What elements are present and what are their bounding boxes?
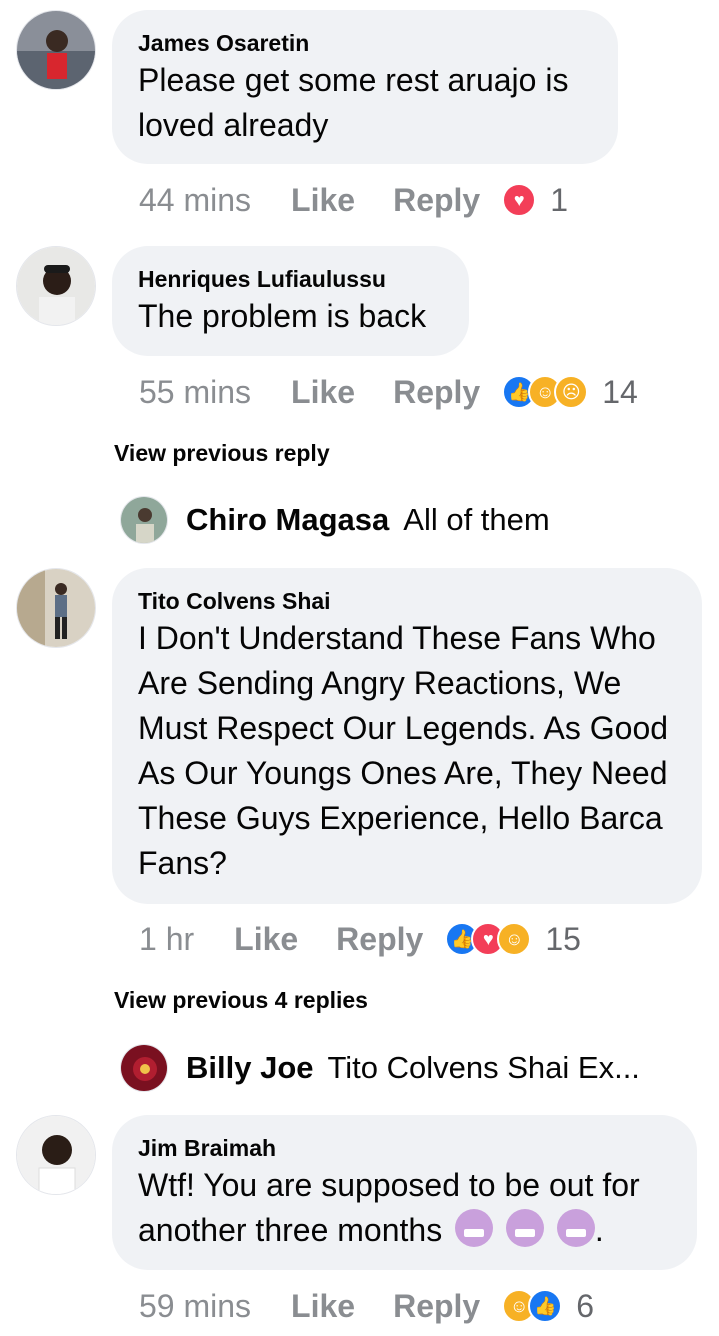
view-previous-replies[interactable]: View previous reply [114,440,330,467]
reply-chiro-magasa[interactable]: Chiro Magasa All of them [120,495,550,545]
comment-time[interactable]: 1 hr [139,921,194,958]
like-button[interactable]: Like [291,374,355,411]
comment-text: Wtf! You are supposed to be out for anot… [138,1163,671,1253]
weary-face-emoji-icon [505,1209,544,1247]
avatar[interactable] [16,568,96,648]
weary-face-emoji-icon [455,1209,494,1247]
weary-face-emoji-icon [556,1209,595,1247]
comment-bubble: Jim Braimah Wtf! You are supposed to be … [112,1115,697,1270]
comment-bubble: Tito Colvens Shai I Don't Understand The… [112,568,702,904]
comment-meta: 1 hr Like Reply 👍 ♥ ☺ 15 [139,917,581,961]
comment-bubble: Henriques Lufiaulussu The problem is bac… [112,246,469,356]
comment-meta: 44 mins Like Reply ♥ 1 [139,178,568,222]
reaction-summary[interactable]: 👍 ☺ ☹ [502,375,589,409]
reply-button[interactable]: Reply [393,1288,480,1325]
comment-text-suffix: . [594,1212,604,1248]
comment-author[interactable]: James Osaretin [138,28,592,58]
reaction-count[interactable]: 14 [602,374,638,411]
laughing-face-icon: ☺ [497,922,532,956]
reply-button[interactable]: Reply [336,921,423,958]
comment-meta: 55 mins Like Reply 👍 ☺ ☹ 14 [139,370,638,414]
heart-icon: ♥ [502,183,537,217]
thumbs-up-icon: 👍 [528,1289,563,1323]
reaction-summary[interactable]: ♥ [502,183,537,217]
reply-author[interactable]: Billy Joe [186,1050,314,1086]
sad-face-icon: ☹ [554,375,589,409]
reaction-count[interactable]: 1 [550,182,568,219]
comment-text: Please get some rest aruajo is loved alr… [138,62,569,143]
reaction-summary[interactable]: ☺ 👍 [502,1289,563,1323]
view-previous-replies[interactable]: View previous 4 replies [114,987,368,1014]
reply-author[interactable]: Chiro Magasa [186,502,389,538]
reply-button[interactable]: Reply [393,374,480,411]
like-button[interactable]: Like [291,1288,355,1325]
avatar[interactable] [16,246,96,326]
comment-time[interactable]: 55 mins [139,374,251,411]
avatar [120,1044,168,1092]
reaction-count[interactable]: 6 [576,1288,594,1325]
reply-text: All of them [403,502,550,537]
avatar[interactable] [16,1115,96,1195]
reaction-count[interactable]: 15 [545,921,581,958]
reply-billy-joe[interactable]: Billy Joe Tito Colvens Shai Ex... [120,1043,640,1093]
avatar[interactable] [16,10,96,90]
comment-meta: 59 mins Like Reply ☺ 👍 6 [139,1284,594,1328]
reply-text: Tito Colvens Shai Ex... [327,1050,640,1085]
comment-text: The problem is back [138,298,427,334]
reaction-summary[interactable]: 👍 ♥ ☺ [445,922,532,956]
comment-text: I Don't Understand These Fans Who Are Se… [138,620,669,881]
like-button[interactable]: Like [291,182,355,219]
comment-author[interactable]: Jim Braimah [138,1133,671,1163]
comment-author[interactable]: Tito Colvens Shai [138,586,676,616]
reply-button[interactable]: Reply [393,182,480,219]
comment-time[interactable]: 44 mins [139,182,251,219]
like-button[interactable]: Like [234,921,298,958]
avatar [120,496,168,544]
comment-time[interactable]: 59 mins [139,1288,251,1325]
comment-author[interactable]: Henriques Lufiaulussu [138,264,443,294]
comment-bubble: James Osaretin Please get some rest arua… [112,10,618,164]
